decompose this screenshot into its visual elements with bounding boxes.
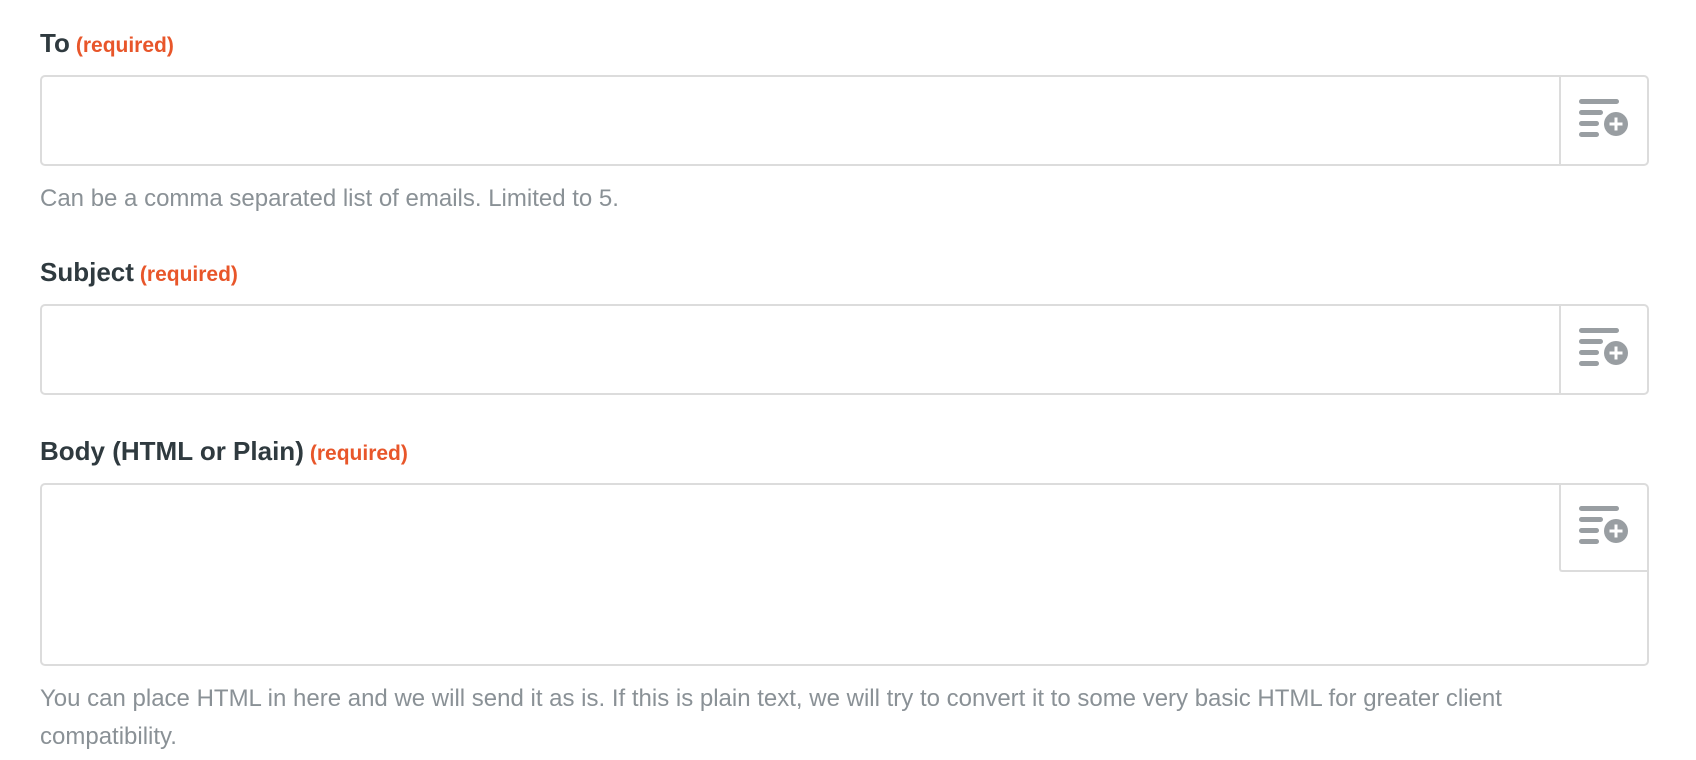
insert-field-icon: [1579, 504, 1629, 551]
insert-field-icon: [1579, 97, 1629, 144]
subject-input[interactable]: [42, 306, 1557, 393]
to-input[interactable]: [42, 77, 1557, 164]
subject-label: Subject (required): [40, 259, 238, 285]
subject-label-text: Subject: [40, 257, 134, 287]
body-textarea[interactable]: [42, 485, 1557, 664]
to-insert-data-button[interactable]: [1559, 77, 1647, 164]
subject-field: [40, 304, 1649, 395]
to-required-marker: (required): [75, 34, 174, 57]
to-label: To (required): [40, 30, 174, 56]
body-help-text: You can place HTML in here and we will s…: [40, 685, 1502, 750]
body-field: [40, 483, 1649, 666]
to-help-text: Can be a comma separated list of emails.…: [40, 185, 619, 212]
subject-required-marker: (required): [139, 263, 238, 286]
insert-field-icon: [1579, 326, 1629, 373]
body-label: Body (HTML or Plain) (required): [40, 438, 408, 464]
subject-insert-data-button[interactable]: [1559, 306, 1647, 393]
email-form: To (required) Can be a comma separated li…: [0, 0, 1696, 760]
body-label-text: Body (HTML or Plain): [40, 436, 304, 466]
to-label-text: To: [40, 28, 70, 58]
body-required-marker: (required): [309, 442, 408, 465]
to-field: [40, 75, 1649, 166]
body-insert-data-button[interactable]: [1559, 485, 1647, 572]
